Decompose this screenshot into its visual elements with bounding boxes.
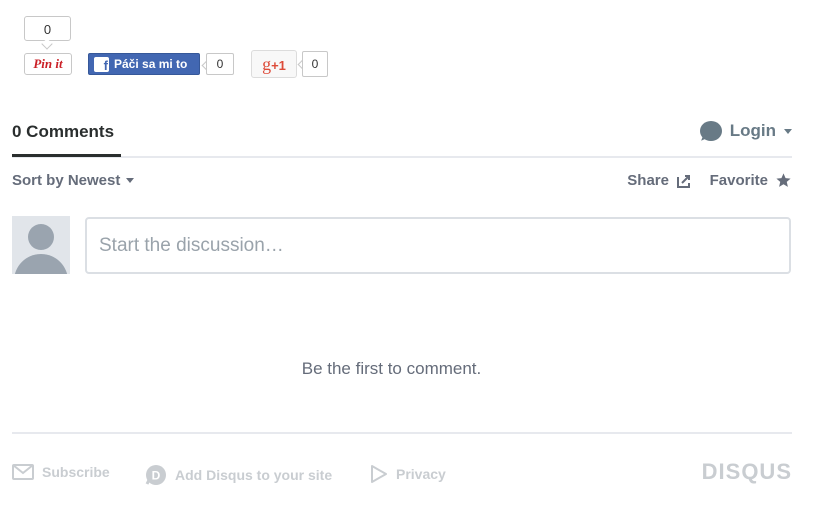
google-plus-button[interactable]: g+1 [251,50,297,78]
tab-comments[interactable]: 0 Comments [12,122,114,142]
google-plus-count: 0 [302,51,328,77]
facebook-like-count: 0 [206,53,234,75]
avatar [12,216,70,274]
add-disqus-link[interactable]: D Add Disqus to your site [145,464,332,486]
sort-label: Sort by Newest [12,172,121,189]
chevron-down-icon [126,178,135,183]
star-icon [775,172,792,189]
sort-dropdown[interactable]: Sort by Newest [12,172,135,189]
share-button[interactable]: Share [627,172,692,189]
login-dropdown[interactable]: Login [699,121,792,141]
google-plus-icon: g [262,54,272,74]
footer-divider [12,432,792,434]
avatar-head [28,224,54,250]
privacy-play-icon [370,464,396,484]
chevron-down-icon [784,128,792,134]
empty-state-message: Be the first to comment. [301,359,482,378]
nav-divider [12,156,792,158]
google-plus-one-label: +1 [271,58,286,73]
facebook-like-label: Páči sa mi to [114,57,188,71]
favorite-label: Favorite [709,172,768,189]
subscribe-link[interactable]: Subscribe [12,464,110,480]
pin-count-bubble: 0 [24,16,71,41]
svg-text:D: D [152,469,161,483]
login-label: Login [729,121,776,140]
privacy-label: Privacy [396,466,446,482]
add-disqus-label: Add Disqus to your site [175,467,333,483]
share-label: Share [627,172,669,189]
chat-bubble-icon [699,121,722,141]
privacy-link[interactable]: Privacy [370,464,446,484]
share-arrow-icon [676,173,692,189]
comment-input[interactable]: Start the discussion… [85,217,791,274]
subscribe-label: Subscribe [42,464,110,480]
disqus-logo[interactable]: DISQUS [702,459,792,485]
tab-active-underline [12,154,121,157]
favorite-button[interactable]: Favorite [710,172,792,189]
facebook-like-button[interactable]: f Páči sa mi to [88,53,200,75]
envelope-icon [12,464,42,480]
avatar-body [14,254,68,274]
pin-it-button[interactable]: Pin it [24,53,72,75]
facebook-icon: f [94,56,109,72]
disqus-d-icon: D [145,464,175,486]
